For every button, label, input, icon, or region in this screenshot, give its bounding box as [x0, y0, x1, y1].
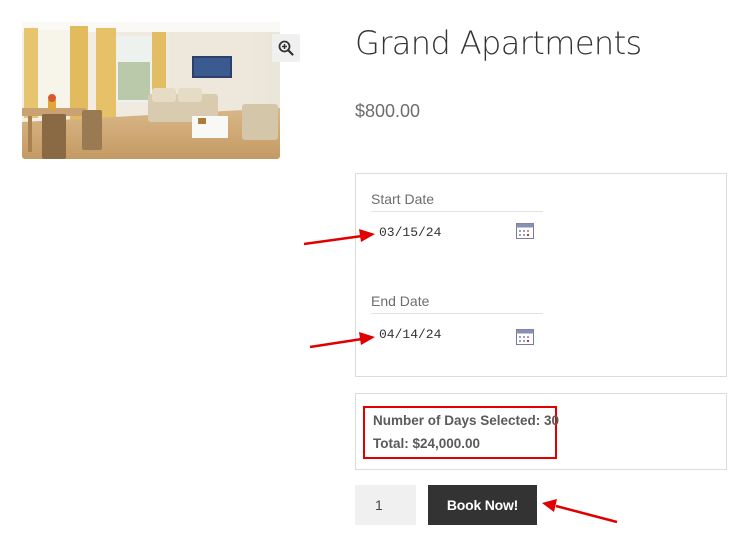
quantity-input[interactable] [355, 485, 416, 525]
start-date-divider [371, 211, 543, 212]
total-price-text: Total: $24,000.00 [373, 436, 481, 451]
end-calendar-icon[interactable] [516, 329, 534, 345]
zoom-button[interactable] [272, 34, 300, 62]
start-date-label: Start Date [371, 191, 435, 207]
booking-summary-panel: Number of Days Selected: 30 Total: $24,0… [355, 393, 727, 470]
product-image[interactable] [22, 22, 280, 159]
end-date-divider [371, 313, 543, 314]
product-price: $800.00 [355, 101, 421, 121]
days-selected-text: Number of Days Selected: 30 [373, 413, 560, 428]
product-title: Grand Apartments [355, 24, 642, 62]
book-now-button[interactable]: Book Now! [428, 485, 537, 525]
arrow-to-book-button [542, 499, 618, 524]
start-calendar-icon[interactable] [516, 223, 534, 239]
zoom-in-icon [278, 40, 294, 56]
date-selection-panel: Start Date End Date [355, 173, 727, 377]
summary-highlight-box: Number of Days Selected: 30 Total: $24,0… [363, 406, 560, 459]
end-date-label: End Date [371, 293, 430, 309]
